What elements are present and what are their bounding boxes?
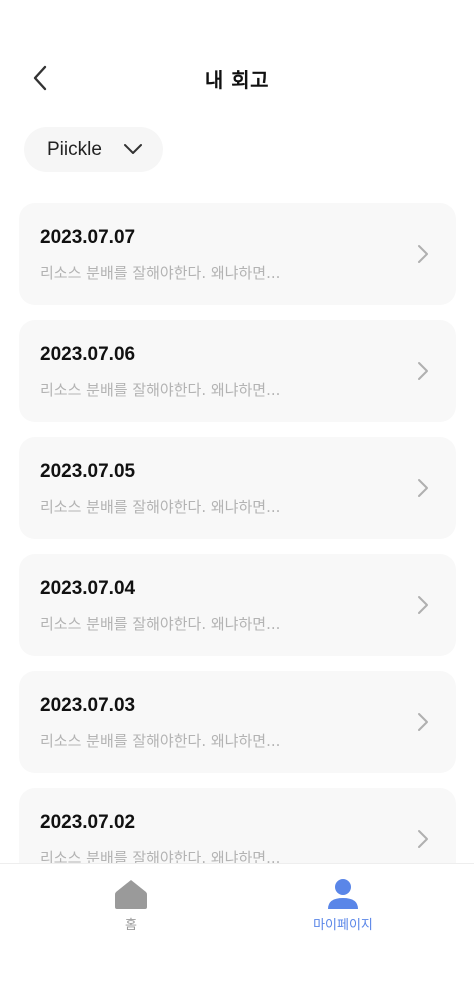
bottom-nav: 홈 마이페이지 [0,863,474,1001]
retrospect-list: 2023.07.07 리소스 분배를 잘해야한다. 왜냐하면... 2023.07.… [19,203,456,905]
retrospect-card[interactable]: 2023.07.04 리소스 분배를 잘해야한다. 왜냐하면... [19,554,456,656]
nav-mypage-label: 마이페이지 [313,918,373,933]
project-filter-dropdown[interactable]: Piickle [24,127,163,172]
chevron-right-icon [418,362,428,380]
chevron-right-icon [418,596,428,614]
retrospect-card[interactable]: 2023.07.06 리소스 분배를 잘해야한다. 왜냐하면... [19,320,456,422]
user-icon [328,879,358,909]
chevron-right-icon [418,713,428,731]
retrospect-preview: 리소스 분배를 잘해야한다. 왜냐하면... [40,264,281,282]
chevron-right-icon [418,245,428,263]
retrospect-preview: 리소스 분배를 잘해야한다. 왜냐하면... [40,381,281,399]
retrospect-card[interactable]: 2023.07.03 리소스 분배를 잘해야한다. 왜냐하면... [19,671,456,773]
nav-home-label: 홈 [125,918,137,933]
chevron-down-icon [124,144,142,154]
retrospect-card[interactable]: 2023.07.05 리소스 분배를 잘해야한다. 왜냐하면... [19,437,456,539]
retrospect-date: 2023.07.05 [40,461,136,482]
retrospect-date: 2023.07.04 [40,578,136,599]
retrospect-preview: 리소스 분배를 잘해야한다. 왜냐하면... [40,615,281,633]
retrospect-date: 2023.07.07 [40,227,136,248]
project-filter-label: Piickle [47,138,102,160]
nav-home[interactable]: 홈 [71,878,191,933]
chevron-right-icon [418,479,428,497]
nav-mypage[interactable]: 마이페이지 [283,878,403,933]
retrospect-preview: 리소스 분배를 잘해야한다. 왜냐하면... [40,732,281,750]
retrospect-date: 2023.07.03 [40,695,136,716]
retrospect-date: 2023.07.02 [40,812,136,833]
chevron-right-icon [418,830,428,848]
retrospect-preview: 리소스 분배를 잘해야한다. 왜냐하면... [40,498,281,516]
retrospect-card[interactable]: 2023.07.07 리소스 분배를 잘해야한다. 왜냐하면... [19,203,456,305]
header: 내 회고 [0,50,474,106]
page-title: 내 회고 [204,68,270,92]
home-icon [115,880,147,909]
retrospect-date: 2023.07.06 [40,344,136,365]
